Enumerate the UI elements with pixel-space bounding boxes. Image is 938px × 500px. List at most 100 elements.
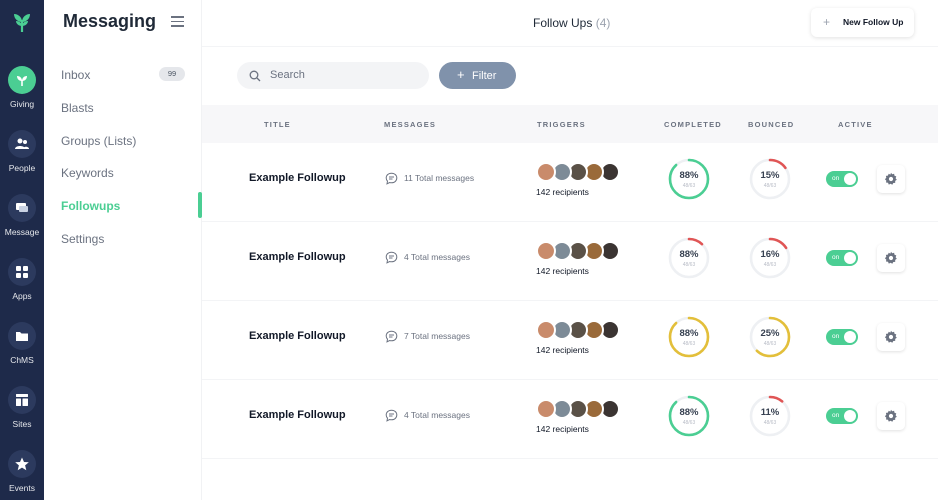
bounced-progress-ring: 15% 48/63 (748, 157, 792, 201)
row-settings-button[interactable] (877, 165, 905, 193)
rail-item-label: Giving (9, 99, 35, 109)
bounced-progress-ring: 16% 48/63 (748, 236, 792, 280)
followup-title[interactable]: Example Followup (249, 172, 346, 184)
completed-fraction: 48/63 (682, 420, 696, 426)
table-row[interactable]: Example Followup 4 Total messages 142 reci… (202, 380, 938, 459)
rail-item-label: Apps (12, 291, 32, 301)
row-settings-button[interactable] (877, 402, 905, 430)
rail-item-label: ChMS (10, 355, 34, 365)
recipients-count: 142 recipients (536, 345, 589, 355)
active-toggle[interactable]: on (826, 408, 858, 424)
trigger-avatars[interactable] (536, 162, 626, 182)
column-header-title[interactable]: TITLE (264, 120, 291, 129)
sidebar-title: Messaging (63, 11, 157, 31)
rail-item-giving[interactable]: Giving (0, 66, 44, 126)
chat-bubble-icon (385, 330, 398, 343)
filter-label: Filter (472, 70, 497, 82)
rail-item-events[interactable]: Events (0, 450, 44, 500)
avatar (536, 320, 556, 340)
avatar (536, 399, 556, 419)
completed-progress-ring: 88% 48/63 (667, 315, 711, 359)
bounced-percent: 15% (760, 170, 780, 181)
trigger-avatars[interactable] (536, 241, 626, 261)
completed-percent: 88% (679, 407, 699, 418)
followup-title[interactable]: Example Followup (249, 251, 346, 263)
rail-item-people[interactable]: People (0, 130, 44, 190)
bounced-percent: 25% (760, 328, 780, 339)
bounced-fraction: 48/63 (763, 420, 777, 426)
avatar (536, 162, 556, 182)
rail-item-label: Message (4, 227, 40, 237)
messages-count-text: 11 Total messages (404, 173, 475, 183)
sidebar-item-followups[interactable]: Followups (61, 199, 120, 213)
sidebar-item-groups[interactable]: Groups (Lists) (61, 134, 136, 148)
table-row[interactable]: Example Followup 7 Total messages 142 reci… (202, 301, 938, 380)
avatar (536, 241, 556, 261)
filter-button[interactable]: + Filter (439, 62, 516, 89)
app-rail: Giving People Message Apps ChMS Sites Ev… (0, 0, 44, 500)
messages-count-text: 7 Total messages (404, 331, 470, 341)
column-header-bounced[interactable]: BOUNCED (748, 120, 794, 129)
sidebar-item-settings[interactable]: Settings (61, 232, 104, 246)
search-input[interactable]: Search (237, 62, 429, 89)
chat-bubble-icon (385, 172, 398, 185)
rail-item-apps[interactable]: Apps (0, 258, 44, 318)
toggle-on-label: on (832, 175, 840, 182)
new-follow-up-button[interactable]: + New Follow Up (811, 8, 914, 37)
bounced-progress-ring: 11% 48/63 (748, 394, 792, 438)
chat-bubble-icon (385, 251, 398, 264)
sidebar-item-inbox[interactable]: Inbox (61, 68, 90, 82)
column-header-active[interactable]: ACTIVE (838, 120, 873, 129)
rail-item-label: Events (9, 483, 35, 493)
sidebar-item-blasts[interactable]: Blasts (61, 101, 94, 115)
completed-percent: 88% (679, 170, 699, 181)
gear-icon (884, 251, 897, 264)
main-content: Follow Ups (4) + New Follow Up Search + … (202, 0, 938, 500)
sidebar-item-keywords[interactable]: Keywords (61, 166, 114, 180)
column-header-messages[interactable]: MESSAGES (384, 120, 436, 129)
sites-icon (8, 386, 36, 414)
row-settings-button[interactable] (877, 244, 905, 272)
row-settings-button[interactable] (877, 323, 905, 351)
plus-icon: + (823, 15, 831, 29)
active-toggle[interactable]: on (826, 171, 858, 187)
completed-fraction: 48/63 (682, 262, 696, 268)
completed-percent: 88% (679, 328, 699, 339)
new-follow-up-label: New Follow Up (843, 17, 904, 27)
completed-percent: 88% (679, 249, 699, 260)
rail-item-chms[interactable]: ChMS (0, 322, 44, 382)
followup-title[interactable]: Example Followup (249, 409, 346, 421)
messages-count-text: 4 Total messages (404, 410, 470, 420)
folder-icon (8, 322, 36, 350)
search-placeholder: Search (270, 69, 305, 81)
table-row[interactable]: Example Followup 4 Total messages 142 reci… (202, 222, 938, 301)
leaf-logo-icon[interactable] (8, 8, 36, 36)
active-toggle[interactable]: on (826, 250, 858, 266)
column-header-completed[interactable]: COMPLETED (664, 120, 722, 129)
active-toggle[interactable]: on (826, 329, 858, 345)
page-title-text: Follow Ups (533, 16, 593, 30)
gear-icon (884, 409, 897, 422)
rail-item-sites[interactable]: Sites (0, 386, 44, 446)
completed-fraction: 48/63 (682, 183, 696, 189)
column-header-triggers[interactable]: TRIGGERS (537, 120, 586, 129)
gear-icon (884, 172, 897, 185)
rail-item-message[interactable]: Message (0, 194, 44, 254)
star-icon (8, 450, 36, 478)
trigger-avatars[interactable] (536, 399, 626, 419)
toggle-on-label: on (832, 254, 840, 261)
completed-progress-ring: 88% 48/63 (667, 157, 711, 201)
rail-item-label: People (8, 163, 36, 173)
completed-progress-ring: 88% 48/63 (667, 236, 711, 280)
chat-bubble-icon (385, 409, 398, 422)
people-icon (8, 130, 36, 158)
table-row[interactable]: Example Followup 11 Total messages 142 rec… (202, 143, 938, 222)
hamburger-menu-icon[interactable] (171, 16, 184, 27)
toggle-on-label: on (832, 412, 840, 419)
bounced-fraction: 48/63 (763, 183, 777, 189)
trigger-avatars[interactable] (536, 320, 626, 340)
inbox-count-badge: 99 (159, 67, 185, 81)
followup-title[interactable]: Example Followup (249, 330, 346, 342)
bounced-fraction: 48/63 (763, 262, 777, 268)
page-header: Follow Ups (4) + New Follow Up (202, 0, 938, 47)
